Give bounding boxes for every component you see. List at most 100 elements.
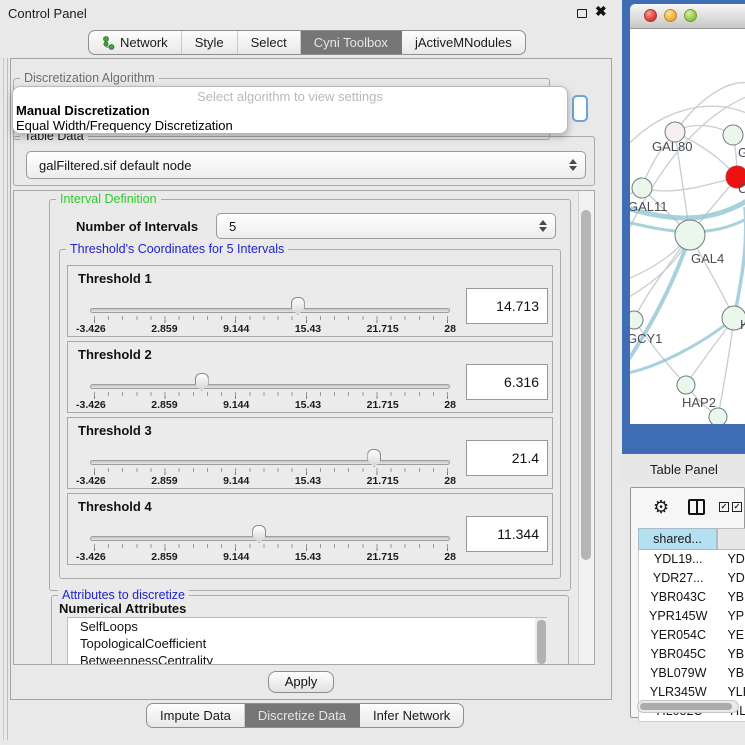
threshold-label: Threshold 1 — [78, 271, 152, 286]
tab-cyni-toolbox[interactable]: Cyni Toolbox — [301, 31, 402, 54]
float-window-icon[interactable] — [577, 9, 587, 18]
threshold-1-slider-thumb[interactable] — [291, 297, 305, 315]
table-hscrollbar-thumb[interactable] — [640, 703, 732, 710]
algorithm-combobox-edge[interactable] — [572, 95, 588, 122]
tick-label: 2.859 — [151, 551, 177, 563]
threshold-2-value-field[interactable]: 6.316 — [466, 364, 548, 400]
tab-label: jActiveMNodules — [415, 35, 512, 50]
table-row[interactable]: YDL19...YDL1 — [639, 550, 745, 569]
threshold-1-value-field[interactable]: 14.713 — [466, 288, 548, 324]
tab-discretize-data[interactable]: Discretize Data — [245, 704, 360, 727]
gear-icon[interactable]: ⚙ — [653, 498, 669, 516]
table-cell: YBR043C — [639, 588, 717, 607]
attribute-list-item[interactable]: BetweennessCentrality — [68, 652, 546, 665]
bottom-tab-bar: Impute Data Discretize Data Infer Networ… — [146, 703, 464, 728]
node-g[interactable] — [723, 125, 743, 145]
table-row[interactable]: YBL079WYBL0 — [639, 664, 745, 683]
table-row[interactable]: YBR045CYBR0 — [639, 645, 745, 664]
combobox-value: galFiltered.sif default node — [39, 158, 191, 173]
node-label: C — [738, 181, 745, 196]
tick-label: 2.859 — [151, 399, 177, 411]
node-gcy1[interactable] — [630, 311, 643, 329]
tick-label: 2.859 — [151, 475, 177, 487]
algorithm-dropdown-popup: Select algorithm to view settings Manual… — [12, 86, 568, 134]
tab-label: Discretize Data — [258, 708, 346, 723]
table-row[interactable]: YDR27...YDR2 — [639, 569, 745, 588]
checkbox-icon[interactable]: ✓ — [732, 502, 742, 512]
node-label: G — [738, 145, 745, 160]
tick-label: -3.426 — [76, 399, 106, 411]
tab-impute-data[interactable]: Impute Data — [147, 704, 245, 727]
table-row[interactable]: YPR145WYPR1 — [639, 607, 745, 626]
tab-label: Infer Network — [373, 708, 450, 723]
dropdown-option-equal-width[interactable]: Equal Width/Frequency Discretization — [16, 118, 564, 133]
attribute-list-item[interactable]: SelfLoops — [68, 618, 546, 635]
slider-ticks — [94, 392, 448, 396]
table-cell: YPR1 — [717, 607, 745, 626]
node-gal11[interactable] — [632, 178, 652, 198]
tick-label: 9.144 — [223, 323, 249, 335]
threshold-2-panel: Threshold 2 -3.4262.8599.14415.4321.7152… — [67, 341, 553, 413]
close-traffic-light-icon[interactable] — [644, 9, 657, 22]
table-row[interactable]: YBR043CYBR0 — [639, 588, 745, 607]
slider-ticks — [94, 316, 448, 320]
node-label: H — [740, 317, 745, 332]
table-cell: YPR145W — [639, 607, 717, 626]
column-header-name[interactable]: n — [717, 528, 745, 550]
tick-label: 15.43 — [295, 399, 321, 411]
node-hap2[interactable] — [677, 376, 695, 394]
threshold-2-slider-thumb[interactable] — [195, 373, 209, 391]
node-gal4[interactable] — [675, 220, 705, 250]
splitter-line — [3, 58, 4, 740]
column-header-shared[interactable]: shared... — [638, 528, 717, 550]
tab-jactivemnodules[interactable]: jActiveMNodules — [402, 31, 525, 54]
tab-network[interactable]: Network — [89, 31, 182, 54]
tab-style[interactable]: Style — [182, 31, 238, 54]
zoom-traffic-light-icon[interactable] — [684, 9, 697, 22]
slider-ticks — [94, 468, 448, 472]
network-graph: GAL80 G C GAL11 GAL4 GCY1 H HAP2 — [630, 29, 745, 424]
tick-label: 2.859 — [151, 323, 177, 335]
tab-label: Network — [120, 35, 168, 50]
table-cell: YBR0 — [717, 588, 745, 607]
group-title: Attributes to discretize — [58, 588, 189, 602]
checkbox-icon[interactable]: ✓ — [719, 502, 729, 512]
tick-label: 15.43 — [295, 323, 321, 335]
table-hscrollbar[interactable] — [637, 700, 739, 713]
attribute-list-item[interactable]: TopologicalCoefficient — [68, 635, 546, 652]
threshold-4-slider-thumb[interactable] — [252, 525, 266, 543]
threshold-3-slider-thumb[interactable] — [367, 449, 381, 467]
table-data-combobox[interactable]: galFiltered.sif default node — [26, 151, 586, 179]
attributes-list[interactable]: SelfLoopsTopologicalCoefficientBetweenne… — [67, 617, 547, 665]
network-icon — [102, 36, 115, 50]
table-cell: YBL0 — [717, 664, 745, 683]
threshold-1-panel: Threshold 1 -3.4262.8599.14415.4321.7152… — [67, 265, 553, 337]
network-view-canvas[interactable]: GAL80 G C GAL11 GAL4 GCY1 H HAP2 — [630, 29, 745, 424]
tick-label: 9.144 — [223, 399, 249, 411]
node-partial[interactable] — [709, 408, 727, 424]
table-row[interactable]: YER054CYER0 — [639, 626, 745, 645]
dropdown-option-manual[interactable]: Manual Discretization — [16, 103, 564, 118]
tab-infer-network[interactable]: Infer Network — [360, 704, 463, 727]
attributes-scrollbar-thumb[interactable] — [537, 620, 546, 664]
table-panel-header: Table Panel — [622, 454, 745, 484]
tab-select[interactable]: Select — [238, 31, 301, 54]
columns-icon[interactable] — [688, 499, 705, 515]
panel-scrollbar-thumb[interactable] — [581, 210, 591, 560]
table-panel-title: Table Panel — [650, 462, 718, 477]
group-title: Discretization Algorithm — [20, 71, 159, 85]
tick-label: 21.715 — [367, 475, 399, 487]
threshold-3-value-field[interactable]: 21.4 — [466, 440, 548, 476]
panel-title: Control Panel — [8, 6, 87, 21]
threshold-4-value-field[interactable]: 11.344 — [466, 516, 548, 552]
tick-label: 15.43 — [295, 475, 321, 487]
node-label: GCY1 — [630, 331, 662, 346]
tick-labels: -3.4262.8599.14415.4321.71528 — [76, 323, 456, 335]
tick-label: 21.715 — [367, 551, 399, 563]
apply-button[interactable]: Apply — [268, 671, 334, 693]
close-icon[interactable]: ✖ — [595, 3, 607, 20]
minimize-traffic-light-icon[interactable] — [664, 9, 677, 22]
tab-label: Style — [195, 35, 224, 50]
tick-labels: -3.4262.8599.14415.4321.71528 — [76, 475, 456, 487]
num-intervals-combobox[interactable]: 5 — [216, 213, 556, 239]
